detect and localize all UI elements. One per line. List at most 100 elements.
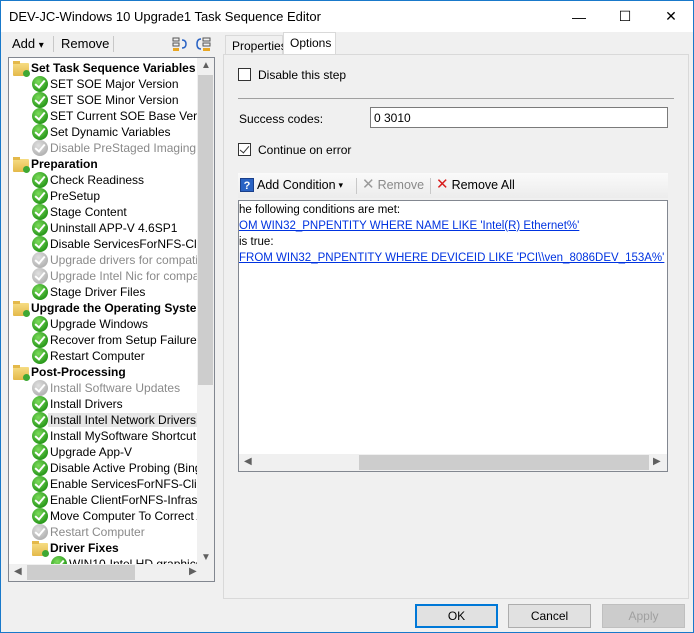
close-button[interactable]: ✕ (648, 1, 694, 32)
task-sequence-editor-window: DEV-JC-Windows 10 Upgrade1 Task Sequence… (0, 0, 694, 633)
tree-group[interactable]: Post-Processing (13, 364, 128, 381)
task-sequence-tree[interactable]: Set Task Sequence Variables SET SOE Major… (8, 57, 215, 582)
tree-item-label: Set Task Sequence Variables (31, 61, 196, 75)
tree-step[interactable]: Move Computer To Correct AD OU (32, 508, 214, 524)
condition-link[interactable]: OM WIN32_PNPENTITY WHERE NAME LIKE 'Inte… (239, 220, 579, 232)
conditions-scroll-thumb[interactable] (359, 455, 649, 470)
tree-item-label: Stage Driver Files (50, 285, 146, 299)
ok-button[interactable]: OK (415, 604, 498, 628)
tree-vertical-scrollbar[interactable]: ▲ ▼ (197, 58, 214, 566)
tree-item-label: Recover from Setup Failure (50, 333, 197, 347)
disabled-step-icon (32, 140, 48, 156)
tree-item-label: PreSetup (50, 189, 101, 203)
disable-step-checkbox[interactable] (238, 68, 251, 81)
move-up-icon[interactable] (172, 36, 188, 55)
tree-step[interactable]: Restart Computer (32, 348, 147, 364)
tree-step[interactable]: Check Readiness (32, 172, 146, 188)
scroll-down-icon[interactable]: ▼ (201, 552, 211, 563)
tree-item-label: Post-Processing (31, 365, 126, 379)
check-icon (32, 236, 48, 252)
minimize-button[interactable]: — (556, 1, 602, 32)
tab-properties[interactable]: Properties (225, 35, 287, 54)
check-icon (32, 412, 48, 428)
maximize-button[interactable]: ☐ (602, 1, 648, 32)
tree-item-label: Install Intel Network Drivers (48, 413, 199, 427)
tree-item-label: Install MySoftware Shortcut (50, 429, 197, 443)
toolbar-separator (113, 36, 114, 52)
tree-step[interactable]: Install Software Updates (32, 380, 182, 396)
tree-step[interactable]: Enable ClientForNFS-Infrastructure (32, 492, 214, 508)
add-label: Add (12, 36, 36, 51)
tree-step[interactable]: Recover from Setup Failure (32, 332, 199, 348)
check-icon (32, 284, 48, 300)
tree-item-label: SET Current SOE Base Version (50, 109, 215, 123)
conditions-horizontal-scrollbar[interactable]: ◀ ▶ (239, 454, 667, 471)
add-condition-label: Add Condition (257, 178, 336, 192)
check-icon (32, 492, 48, 508)
tree-group[interactable]: Upgrade the Operating System (13, 300, 209, 317)
tree-step[interactable]: Set Dynamic Variables (32, 124, 173, 140)
condition-line: is true: (239, 236, 274, 248)
scroll-up-icon[interactable]: ▲ (201, 60, 211, 71)
tree-horizontal-scrollbar[interactable]: ◀ ▶ (9, 564, 214, 581)
tree-step[interactable]: Upgrade App-V (32, 444, 134, 460)
tree-item-label: Install Drivers (50, 397, 123, 411)
tree-step[interactable]: SET SOE Minor Version (32, 92, 181, 108)
cancel-button[interactable]: Cancel (508, 604, 591, 628)
remove-all-icon: ✕ (436, 176, 449, 193)
tree-step[interactable]: Stage Driver Files (32, 284, 147, 300)
check-icon (32, 108, 48, 124)
remove-condition-button[interactable]: ✕ Remove (362, 177, 424, 192)
check-icon (32, 172, 48, 188)
tree-step[interactable]: Uninstall APP-V 4.6SP1 (32, 220, 179, 236)
tree-group[interactable]: Set Task Sequence Variables (13, 60, 198, 77)
toolbar-separator (356, 178, 357, 194)
check-icon (32, 508, 48, 524)
condition-link[interactable]: FROM WIN32_PNPENTITY WHERE DEVICEID LIKE… (239, 252, 664, 264)
tree-horizontal-scroll-thumb[interactable] (27, 565, 135, 580)
tree-step[interactable]: Install Intel Network Drivers (32, 412, 199, 428)
disabled-step-icon (32, 524, 48, 540)
tab-options[interactable]: Options (283, 32, 336, 54)
tree-step[interactable]: Disable Active Probing (Bing lag) (32, 460, 215, 476)
success-codes-input[interactable]: 0 3010 (370, 107, 668, 128)
tree-group[interactable]: Driver Fixes (32, 540, 121, 557)
tree-step[interactable]: SET SOE Major Version (32, 76, 181, 92)
tree-step[interactable]: Disable ServicesForNFS-Client (32, 236, 215, 252)
tree-step[interactable]: Upgrade Windows (32, 316, 150, 332)
scroll-right-icon[interactable]: ▶ (653, 456, 661, 467)
scroll-left-icon[interactable]: ◀ (14, 566, 22, 577)
tree-vertical-scroll-thumb[interactable] (198, 75, 213, 385)
scroll-right-icon[interactable]: ▶ (189, 566, 197, 577)
scroll-left-icon[interactable]: ◀ (244, 456, 252, 467)
tree-item-label: Preparation (31, 157, 98, 171)
tree-step[interactable]: Install Drivers (32, 396, 125, 412)
tree-step[interactable]: Restart Computer (32, 524, 147, 540)
tree-step[interactable]: SET Current SOE Base Version (32, 108, 215, 124)
check-icon (32, 220, 48, 236)
apply-button[interactable]: Apply (602, 604, 685, 628)
add-condition-button[interactable]: ? Add Condition ▾ (240, 178, 343, 192)
tree-group[interactable]: Preparation (13, 156, 100, 173)
conditions-list[interactable]: he following conditions are met: OM WIN3… (238, 200, 668, 472)
divider (238, 98, 674, 99)
tree-step[interactable]: Install MySoftware Shortcut (32, 428, 198, 444)
tree-item-label: Disable Active Probing (Bing lag) (50, 461, 215, 475)
tree-step[interactable]: PreSetup (32, 188, 102, 204)
toolbar-separator (430, 178, 431, 194)
tree-step[interactable]: Upgrade Intel Nic for compatibility (32, 268, 214, 284)
tree-item-label: Driver Fixes (50, 541, 119, 555)
folder-icon (13, 364, 30, 381)
remove-button[interactable]: Remove (61, 36, 109, 51)
tree-item-label: SET SOE Minor Version (50, 93, 179, 107)
continue-on-error-checkbox[interactable] (238, 143, 251, 156)
tree-step[interactable]: Disable PreStaged Imaging (32, 140, 198, 156)
tree-step[interactable]: Stage Content (32, 204, 129, 220)
tree-item-label: Disable ServicesForNFS-Client (50, 237, 215, 251)
tree-step[interactable]: Enable ServicesForNFS-ClientOnly (32, 476, 214, 492)
add-button[interactable]: Add ▾ (12, 36, 44, 51)
tree-item-label: Install Software Updates (50, 381, 181, 395)
move-down-icon[interactable] (195, 36, 211, 55)
tree-step[interactable]: Upgrade drivers for compatibility (32, 252, 214, 268)
remove-all-conditions-button[interactable]: ✕ Remove All (436, 176, 515, 193)
